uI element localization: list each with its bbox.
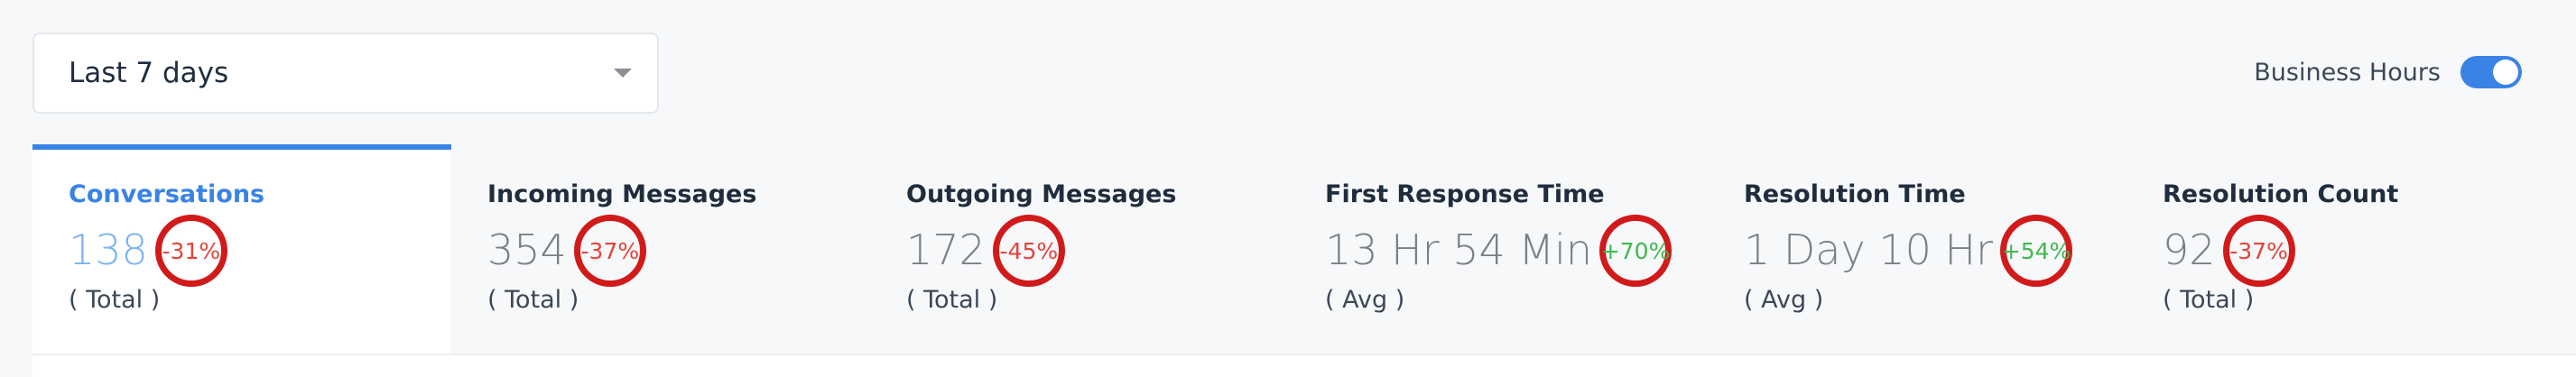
metric-title: Resolution Time: [1744, 180, 1966, 208]
metric-change-badge: -37%: [573, 215, 646, 287]
metric-aggregation: ( Avg ): [1325, 286, 1405, 314]
toggle-knob: [2493, 60, 2518, 85]
metric-aggregation: ( Total ): [69, 286, 161, 314]
metric-change-badge: +54%: [2000, 215, 2072, 287]
metric-value: 13 Hr 54 Min: [1325, 225, 1593, 274]
metric-change-badge: +70%: [1599, 215, 1673, 287]
chevron-down-icon: [614, 69, 632, 78]
tab-first-response-time[interactable]: First Response Time 13 Hr 54 Min +70% ( …: [1289, 144, 1708, 357]
tab-incoming-messages[interactable]: Incoming Messages 354 -37% ( Total ): [451, 144, 870, 357]
metric-value: 92: [2163, 225, 2216, 274]
metrics-tabs: Conversations 138 -31% ( Total ) Incomin…: [32, 144, 2576, 375]
metric-value: 172: [906, 225, 986, 274]
metric-change-badge: -37%: [2222, 215, 2295, 287]
metric-change-badge: -45%: [992, 215, 1065, 287]
metric-aggregation: ( Total ): [487, 286, 579, 314]
metric-title: Conversations: [69, 180, 265, 208]
metric-aggregation: ( Total ): [906, 286, 998, 314]
business-hours-toggle[interactable]: [2460, 56, 2522, 88]
business-hours-control: Business Hours: [2254, 56, 2522, 88]
metric-value: 354: [487, 225, 567, 274]
tab-resolution-count[interactable]: Resolution Count 92 -37% ( Total ): [2127, 144, 2545, 357]
tab-resolution-time[interactable]: Resolution Time 1 Day 10 Hr +54% ( Avg ): [1708, 144, 2127, 357]
tab-outgoing-messages[interactable]: Outgoing Messages 172 -45% ( Total ): [870, 144, 1289, 357]
metric-aggregation: ( Total ): [2163, 286, 2255, 314]
business-hours-label: Business Hours: [2254, 58, 2441, 87]
metric-title: Resolution Count: [2163, 180, 2399, 208]
metric-title: Outgoing Messages: [906, 180, 1177, 208]
metric-value: 1 Day 10 Hr: [1744, 225, 1993, 274]
metric-change-badge: -31%: [154, 215, 227, 287]
tab-conversations[interactable]: Conversations 138 -31% ( Total ): [32, 144, 451, 357]
metric-value: 138: [69, 225, 148, 274]
date-range-select[interactable]: Last 7 days: [32, 32, 659, 114]
chart-card: [32, 354, 2576, 377]
metric-title: Incoming Messages: [487, 180, 757, 208]
metric-aggregation: ( Avg ): [1744, 286, 1824, 314]
date-range-value: Last 7 days: [69, 57, 229, 89]
metric-title: First Response Time: [1325, 180, 1605, 208]
